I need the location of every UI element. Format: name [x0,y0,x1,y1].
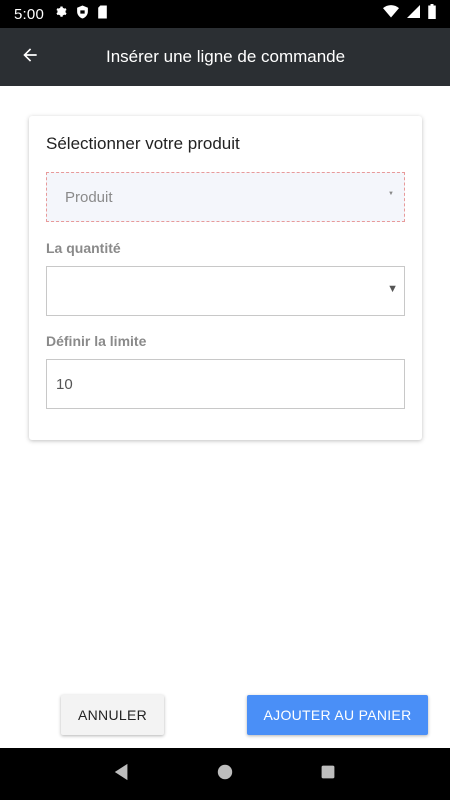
quantity-label: La quantité [46,240,121,256]
status-time: 5:00 [14,5,44,23]
nav-back-button[interactable] [102,754,142,794]
limit-label: Définir la limite [46,333,147,349]
signal-icon [407,5,420,23]
caret-down-icon: ▼ [387,283,398,295]
card-title: Sélectionner votre produit [46,134,240,153]
product-select[interactable]: Produit ▼ [46,172,405,222]
arrow-left-icon [20,45,40,70]
system-nav-bar [0,748,450,800]
product-select-placeholder: Produit [65,188,113,206]
shield-icon [76,5,89,24]
limit-input[interactable] [46,359,405,409]
page-title: Insérer une ligne de commande [106,47,346,66]
battery-icon [428,4,436,24]
gear-icon [54,5,68,24]
back-button[interactable] [0,28,60,86]
home-circle-icon [216,763,234,786]
status-bar: 5:00 [0,0,450,28]
quantity-select[interactable]: ▼ [46,266,405,316]
recents-square-icon [320,764,336,785]
nav-home-button[interactable] [205,754,245,794]
order-line-form-card: Sélectionner votre produit Produit ▼ La … [29,116,422,440]
back-triangle-icon [113,763,131,786]
sd-card-icon [97,5,108,24]
app-bar: Insérer une ligne de commande [0,28,450,86]
nav-recents-button[interactable] [308,754,348,794]
add-to-cart-button[interactable]: AJOUTER AU PANIER [247,695,428,735]
caret-down-icon: ▼ [388,191,394,197]
wifi-icon [383,5,399,23]
cancel-button[interactable]: ANNULER [61,695,164,735]
